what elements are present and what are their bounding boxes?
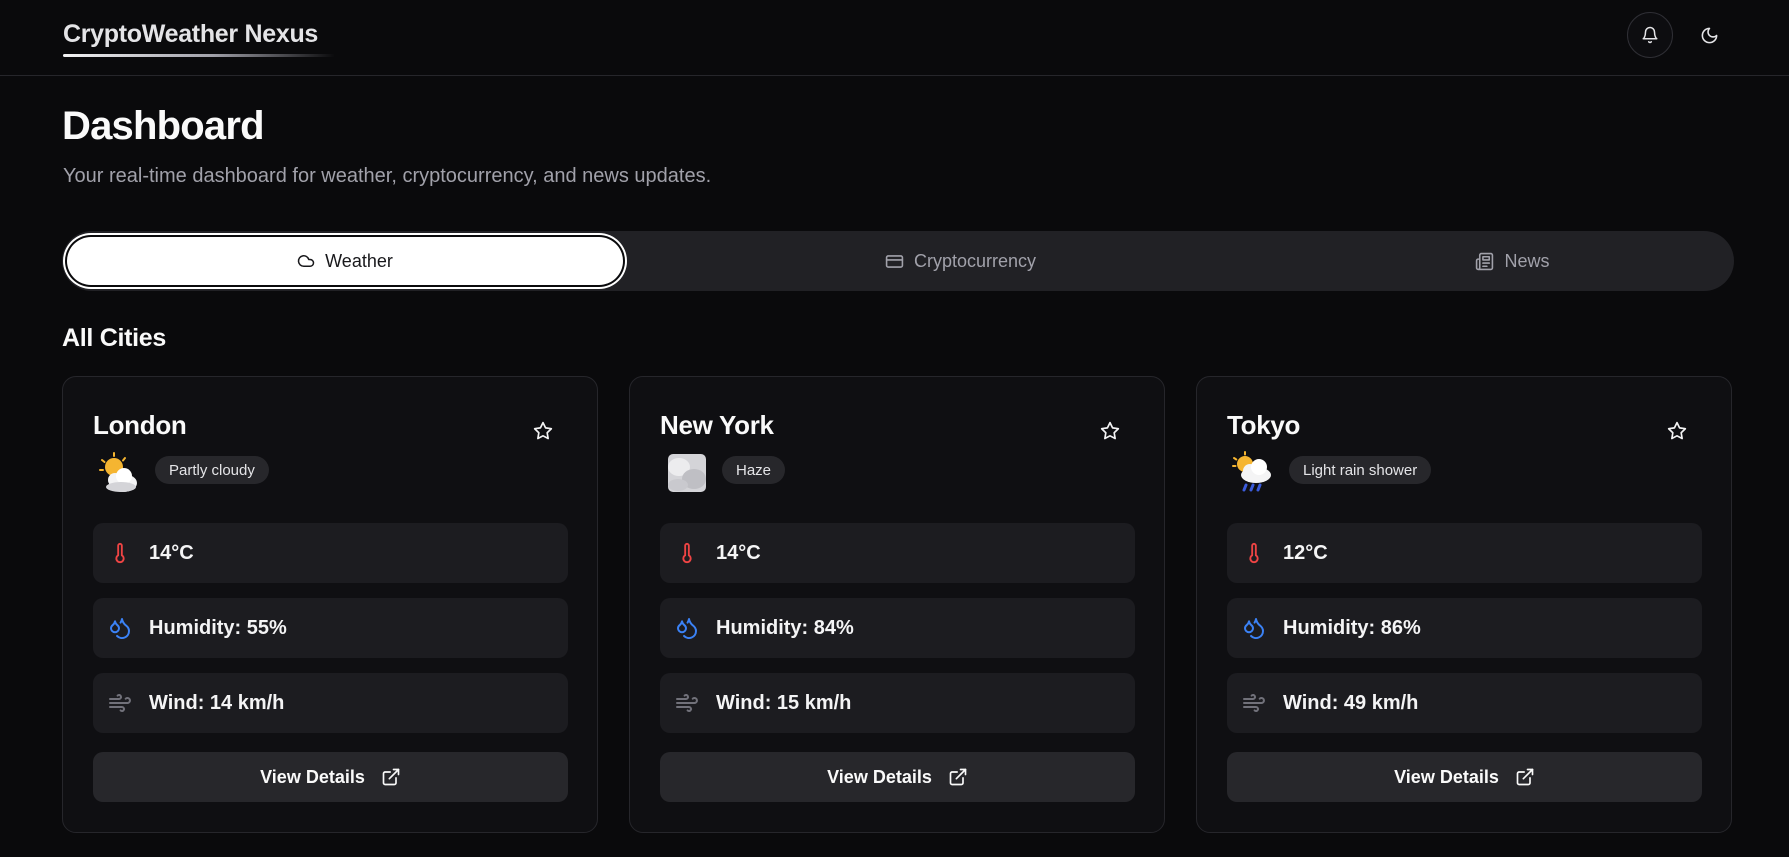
view-details-label: View Details	[1394, 766, 1499, 787]
section-title: All Cities	[62, 324, 166, 352]
wind-stat: Wind: 15 km/h	[660, 673, 1135, 733]
page-title: Dashboard	[62, 104, 265, 148]
condition-badge: Haze	[722, 456, 786, 484]
condition-badge: Partly cloudy	[155, 456, 269, 484]
tab-weather[interactable]: Weather	[67, 237, 623, 285]
city-card-tokyo: Tokyo Light rain shower 12°C Humidity: 8…	[1196, 376, 1732, 833]
thermometer-icon	[674, 540, 700, 566]
notifications-button[interactable]	[1627, 12, 1673, 58]
wind-value: Wind: 14 km/h	[149, 691, 285, 714]
tab-news[interactable]: News	[1234, 237, 1789, 285]
temperature-stat: 12°C	[1227, 523, 1702, 583]
temperature-stat: 14°C	[660, 523, 1135, 583]
page-subtitle: Your real-time dashboard for weather, cr…	[63, 165, 712, 187]
partly-cloudy-icon	[99, 452, 137, 492]
haze-icon	[668, 454, 706, 492]
view-details-button[interactable]: View Details	[1227, 752, 1702, 802]
temperature-value: 14°C	[149, 541, 194, 564]
view-details-label: View Details	[827, 766, 932, 787]
tab-cryptocurrency[interactable]: Cryptocurrency	[682, 237, 1239, 285]
star-icon	[1100, 421, 1120, 440]
bell-icon	[1642, 26, 1658, 44]
view-details-button[interactable]: View Details	[660, 752, 1135, 802]
city-name: London	[93, 410, 187, 440]
theme-toggle-button[interactable]	[1686, 12, 1732, 58]
thermometer-icon	[107, 540, 133, 566]
newspaper-icon	[1476, 252, 1494, 270]
thermometer-icon	[1241, 540, 1267, 566]
wind-stat: Wind: 49 km/h	[1227, 673, 1702, 733]
temperature-stat: 14°C	[93, 523, 568, 583]
humidity-value: Humidity: 86%	[1283, 616, 1421, 639]
tab-news-label: News	[1504, 250, 1550, 271]
city-card-london: London Partly cloudy 14°C Humidity: 55% …	[62, 376, 598, 833]
humidity-value: Humidity: 55%	[149, 616, 287, 639]
moon-icon	[1701, 27, 1717, 43]
condition-badge: Light rain shower	[1289, 456, 1432, 484]
app-header: CryptoWeather Nexus	[0, 0, 1789, 76]
city-name: Tokyo	[1227, 410, 1301, 440]
droplets-icon	[1241, 615, 1267, 641]
favorite-button[interactable]	[1663, 417, 1691, 445]
dashboard-tabs: Weather Cryptocurrency News	[62, 231, 1734, 291]
droplets-icon	[107, 615, 133, 641]
favorite-button[interactable]	[529, 417, 557, 445]
external-link-icon	[382, 768, 400, 786]
favorite-button[interactable]	[1096, 417, 1124, 445]
wind-icon	[107, 690, 133, 716]
tab-cryptocurrency-label: Cryptocurrency	[913, 250, 1037, 271]
wind-icon	[674, 690, 700, 716]
city-name: New York	[660, 410, 774, 440]
city-card-new-york: New York Haze 14°C Humidity: 84% Wind: 1…	[629, 376, 1165, 833]
humidity-value: Humidity: 84%	[716, 616, 854, 639]
humidity-stat: Humidity: 86%	[1227, 598, 1702, 658]
humidity-stat: Humidity: 84%	[660, 598, 1135, 658]
temperature-value: 12°C	[1283, 541, 1328, 564]
brand-logo-text[interactable]: CryptoWeather Nexus	[63, 20, 318, 49]
temperature-value: 14°C	[716, 541, 761, 564]
humidity-stat: Humidity: 55%	[93, 598, 568, 658]
droplets-icon	[674, 615, 700, 641]
star-icon	[1667, 421, 1687, 440]
external-link-icon	[949, 768, 967, 786]
brand-underline	[63, 54, 335, 57]
tab-weather-label: Weather	[325, 250, 393, 271]
light-rain-shower-icon	[1232, 451, 1271, 492]
external-link-icon	[1516, 768, 1534, 786]
star-icon	[533, 421, 553, 440]
cloud-icon	[297, 255, 315, 267]
view-details-button[interactable]: View Details	[93, 752, 568, 802]
view-details-label: View Details	[260, 766, 365, 787]
wind-stat: Wind: 14 km/h	[93, 673, 568, 733]
wind-value: Wind: 49 km/h	[1283, 691, 1419, 714]
wind-icon	[1241, 690, 1267, 716]
credit-card-icon	[885, 254, 904, 268]
wind-value: Wind: 15 km/h	[716, 691, 852, 714]
